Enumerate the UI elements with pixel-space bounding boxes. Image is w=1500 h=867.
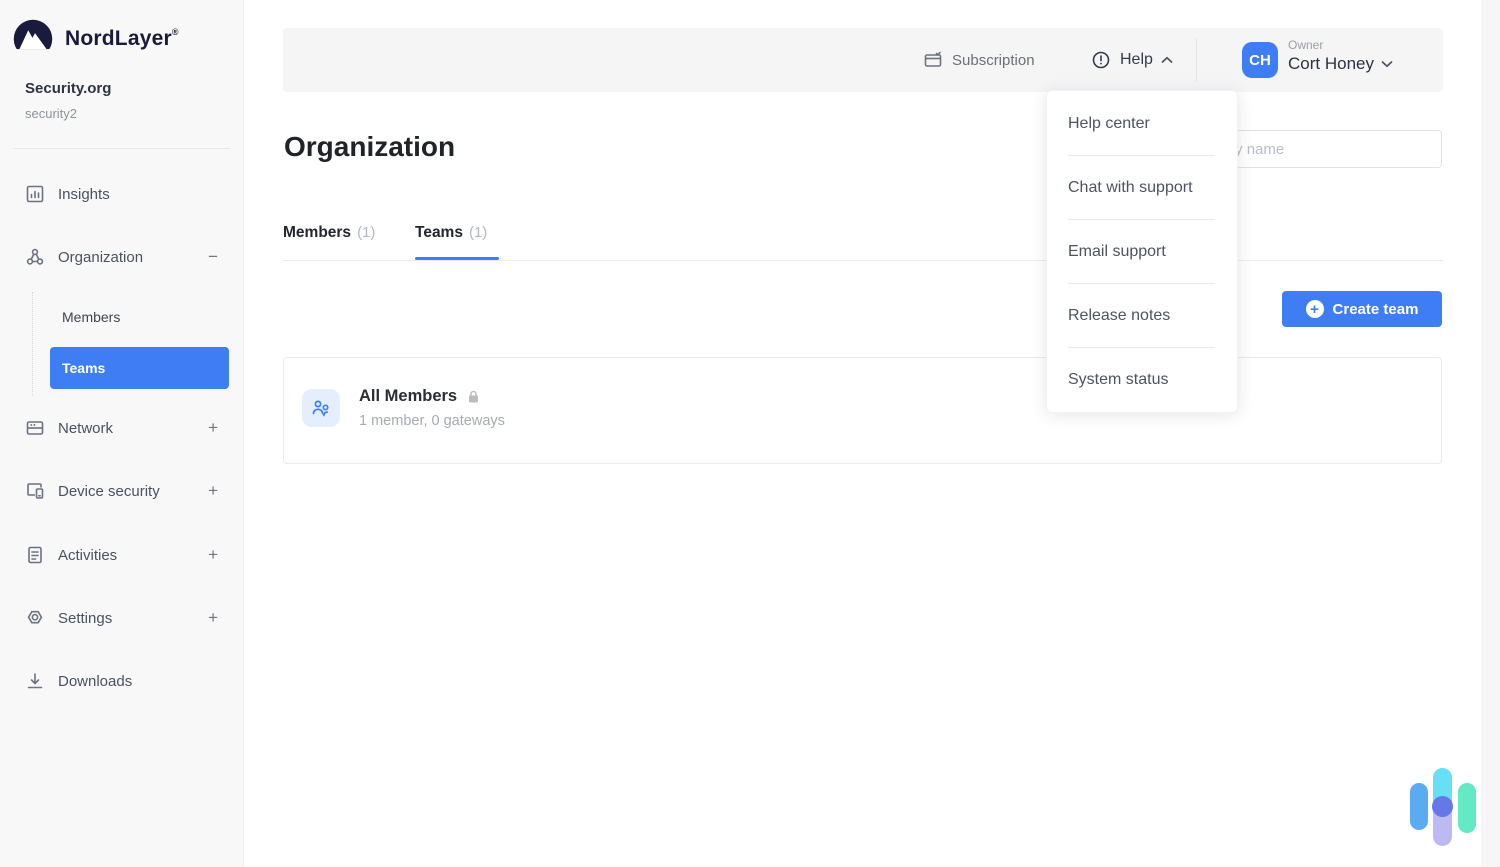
user-avatar[interactable]: CH: [1242, 42, 1278, 78]
chat-widget-dot: [1432, 796, 1453, 817]
sidebar-item-insights[interactable]: Insights: [25, 180, 229, 208]
network-icon: [25, 418, 45, 438]
sidebar-item-label: Device security: [58, 483, 160, 500]
topbar: Subscription Help CH Owner Cort Honey: [283, 28, 1443, 92]
activities-icon: [25, 545, 45, 565]
sidebar-item-label: Network: [58, 420, 113, 437]
collapse-toggle[interactable]: −: [208, 247, 218, 267]
chat-widget-bar-left: [1410, 783, 1428, 830]
chevron-up-icon: [1161, 56, 1173, 64]
sidebar-item-teams-active[interactable]: Teams: [50, 347, 229, 389]
help-label: Help: [1120, 51, 1153, 69]
help-dropdown-menu: Help center Chat with support Email supp…: [1046, 90, 1238, 413]
download-icon: [25, 671, 45, 691]
org-slug: security2: [25, 106, 77, 121]
sidebar-divider: [13, 148, 230, 149]
team-avatar: [302, 389, 340, 427]
sidebar-subitem-label: Members: [62, 309, 120, 325]
menu-item-chat-with-support[interactable]: Chat with support: [1047, 156, 1237, 219]
tab-count: (1): [357, 224, 375, 241]
tab-label: Members: [283, 224, 351, 242]
insights-icon: [25, 184, 45, 204]
members-group-icon: [310, 397, 332, 419]
trademark: ®: [172, 27, 179, 37]
tab-count: (1): [469, 224, 487, 241]
sidebar-item-device-security[interactable]: Device security +: [25, 477, 229, 505]
help-button[interactable]: Help: [1091, 28, 1173, 92]
user-menu[interactable]: Owner Cort Honey: [1288, 38, 1393, 74]
device-security-icon: [25, 481, 45, 501]
sidebar-item-network[interactable]: Network +: [25, 414, 229, 442]
organization-icon: [25, 247, 45, 267]
sidebar-item-settings[interactable]: Settings +: [25, 604, 229, 632]
org-name: Security.org: [25, 80, 111, 97]
subscription-button[interactable]: Subscription: [923, 28, 1035, 92]
sidebar-item-label: Settings: [58, 610, 112, 627]
sidebar-item-activities[interactable]: Activities +: [25, 541, 229, 569]
nordlayer-logo-icon: [11, 17, 55, 61]
subscription-icon: [923, 50, 943, 70]
submenu-guide-line: [32, 292, 33, 396]
page-title: Organization: [284, 131, 455, 163]
menu-item-release-notes[interactable]: Release notes: [1047, 284, 1237, 347]
sidebar-item-members[interactable]: Members: [50, 303, 229, 331]
scrollbar-track[interactable]: [1481, 0, 1500, 867]
brand-logo[interactable]: NordLayer®: [11, 17, 179, 61]
user-role-label: Owner: [1288, 38, 1393, 52]
sidebar: NordLayer® Security.org security2 Insigh…: [0, 0, 244, 867]
menu-item-email-support[interactable]: Email support: [1047, 220, 1237, 283]
chat-widget-button[interactable]: [1405, 763, 1480, 855]
sidebar-item-label: Downloads: [58, 673, 132, 690]
expand-toggle[interactable]: +: [208, 608, 218, 628]
sidebar-item-label: Organization: [58, 249, 143, 266]
team-meta: 1 member, 0 gateways: [359, 413, 505, 429]
sidebar-item-label: Insights: [58, 186, 110, 203]
lock-icon: [466, 389, 481, 404]
tab-teams-active[interactable]: Teams (1): [415, 224, 487, 242]
create-team-button[interactable]: + Create team: [1282, 291, 1442, 327]
chat-widget-bar-right: [1458, 783, 1476, 833]
sidebar-item-label: Activities: [58, 547, 117, 564]
subscription-label: Subscription: [952, 52, 1035, 69]
plus-circle-icon: +: [1306, 300, 1324, 318]
tab-label: Teams: [415, 224, 463, 242]
team-name: All Members: [359, 387, 457, 406]
settings-gear-icon: [25, 608, 45, 628]
sidebar-item-downloads[interactable]: Downloads: [25, 667, 229, 695]
brand-name: NordLayer®: [65, 27, 179, 51]
topbar-divider: [1196, 38, 1197, 82]
expand-toggle[interactable]: +: [208, 545, 218, 565]
sidebar-subitem-label: Teams: [62, 360, 105, 376]
sidebar-item-organization[interactable]: Organization −: [25, 243, 229, 271]
tab-members[interactable]: Members (1): [283, 224, 375, 242]
create-team-label: Create team: [1333, 301, 1419, 318]
tabs: Members (1) Teams (1): [283, 224, 1443, 261]
active-tab-underline: [415, 257, 499, 260]
expand-toggle[interactable]: +: [208, 418, 218, 438]
team-card-all-members[interactable]: All Members 1 member, 0 gateways: [283, 357, 1442, 464]
chevron-down-icon: [1381, 60, 1393, 68]
user-name: Cort Honey: [1288, 54, 1374, 74]
expand-toggle[interactable]: +: [208, 481, 218, 501]
menu-item-help-center[interactable]: Help center: [1047, 92, 1237, 155]
menu-item-system-status[interactable]: System status: [1047, 348, 1237, 411]
help-info-icon: [1091, 50, 1111, 70]
